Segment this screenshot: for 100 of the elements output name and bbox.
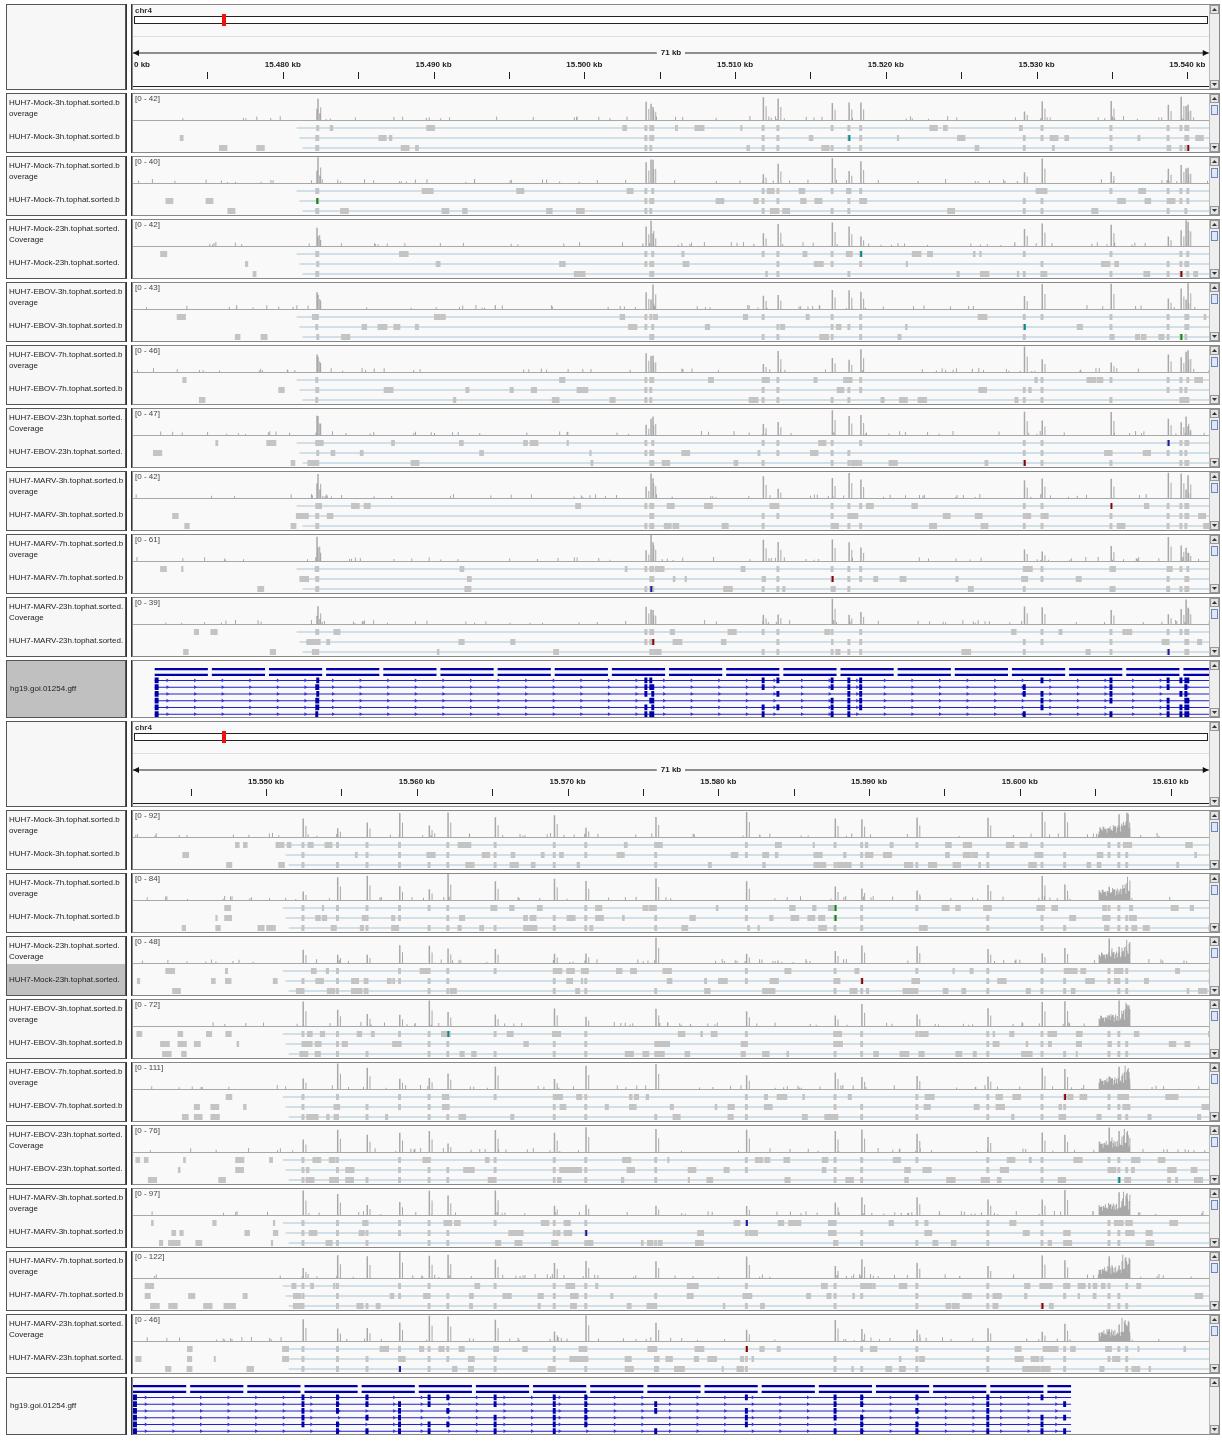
scroll-up-button[interactable] [1210,722,1219,731]
scroll-down-button[interactable] [1210,1175,1219,1184]
scroll-up-button[interactable] [1210,811,1219,820]
coverage-track-label[interactable]: HUH7-MARV-23h.tophat.sorted. Coverage [7,1315,125,1340]
up-arrow-icon [1212,601,1217,604]
coverage-track-label[interactable]: HUH7-Mock-23h.tophat.sorted. Coverage [7,937,125,962]
scroll-down-button[interactable] [1210,860,1219,869]
scroll-thumb[interactable] [1211,1326,1218,1336]
ruler-tick [961,72,963,79]
up-arrow-icon [1212,475,1217,478]
data-range-label: [0 - 61] [135,536,160,544]
scroll-down-button[interactable] [1210,584,1219,593]
scroll-up-button[interactable] [1210,346,1219,355]
coverage-track-label[interactable]: HUH7-Mock-7h.tophat.sorted.b overage [7,874,125,899]
scroll-down-button[interactable] [1210,986,1219,995]
scroll-up-button[interactable] [1210,661,1219,670]
ruler-tick-label: 15.510 kb [717,61,754,69]
scroll-up-button[interactable] [1210,1378,1219,1387]
scroll-up-button[interactable] [1210,157,1219,166]
scroll-up-button[interactable] [1210,220,1219,229]
scroll-down-button[interactable] [1210,332,1219,341]
scroll-up-button[interactable] [1210,409,1219,418]
scroll-thumb[interactable] [1211,885,1218,895]
coverage-track-label[interactable]: HUH7-MARV-7h.tophat.sorted.b overage [7,535,125,560]
up-arrow-icon [1212,160,1217,163]
coverage-track-label[interactable]: HUH7-Mock-3h.tophat.sorted.b overage [7,94,125,119]
scroll-down-button[interactable] [1210,1049,1219,1058]
coverage-track-label[interactable]: HUH7-EBOV-3h.tophat.sorted.b overage [7,1000,125,1025]
scroll-thumb[interactable] [1211,105,1218,115]
scroll-down-button[interactable] [1210,269,1219,278]
scroll-down-button[interactable] [1210,708,1219,717]
coverage-track-label[interactable]: HUH7-Mock-7h.tophat.sorted.b overage [7,157,125,182]
coverage-track-label[interactable]: HUH7-EBOV-3h.tophat.sorted.b overage [7,283,125,308]
scroll-down-button[interactable] [1210,395,1219,404]
ruler-tick [1036,72,1038,79]
scroll-up-button[interactable] [1210,5,1219,14]
coverage-track-label[interactable]: HUH7-EBOV-7h.tophat.sorted.b overage [7,1063,125,1088]
chromosome-name: chr4 [135,724,152,732]
scroll-down-button[interactable] [1210,1238,1219,1247]
scroll-down-button[interactable] [1210,1364,1219,1373]
scroll-thumb[interactable] [1211,948,1218,958]
scroll-down-button[interactable] [1210,521,1219,530]
scroll-thumb[interactable] [1211,1011,1218,1021]
up-arrow-icon [1212,1381,1217,1384]
scroll-down-button[interactable] [1210,206,1219,215]
scroll-thumb[interactable] [1211,609,1218,619]
scroll-thumb[interactable] [1211,1074,1218,1084]
scroll-down-button[interactable] [1210,1301,1219,1310]
scroll-thumb[interactable] [1211,357,1218,367]
scroll-down-button[interactable] [1210,1112,1219,1121]
scroll-thumb[interactable] [1211,822,1218,832]
scroll-down-button[interactable] [1210,80,1219,89]
scroll-up-button[interactable] [1210,937,1219,946]
scroll-thumb[interactable] [1211,546,1218,556]
data-range-label: [0 - 111] [135,1064,164,1072]
scroll-up-button[interactable] [1210,1189,1219,1198]
coverage-track-label[interactable]: HUH7-Mock-3h.tophat.sorted.b overage [7,811,125,836]
scroll-down-button[interactable] [1210,797,1219,806]
scroll-up-button[interactable] [1210,598,1219,607]
annotation-track-label[interactable]: hg19.goi.01254.gff [6,660,126,718]
scroll-thumb[interactable] [1211,420,1218,430]
scroll-thumb[interactable] [1211,1200,1218,1210]
scroll-thumb[interactable] [1211,1263,1218,1273]
data-range-label: [0 - 76] [135,1127,160,1135]
scroll-down-button[interactable] [1210,923,1219,932]
scroll-up-button[interactable] [1210,472,1219,481]
scroll-thumb[interactable] [1211,483,1218,493]
annotation-track-label[interactable]: hg19.goi.01254.gff [6,1377,126,1435]
scroll-up-button[interactable] [1210,1315,1219,1324]
coverage-track-label[interactable]: HUH7-EBOV-23h.tophat.sorted. Coverage [7,1126,125,1151]
ruler-tick-label: 15.480 kb [264,61,301,69]
scroll-down-button[interactable] [1210,647,1219,656]
ruler-tick-label: 15.590 kb [851,778,888,786]
down-arrow-icon [1212,461,1217,464]
scroll-up-button[interactable] [1210,1252,1219,1261]
scroll-up-button[interactable] [1210,1063,1219,1072]
scroll-up-button[interactable] [1210,94,1219,103]
scroll-down-button[interactable] [1210,458,1219,467]
coverage-track-label[interactable]: HUH7-MARV-3h.tophat.sorted.b overage [7,1189,125,1214]
coverage-track-label[interactable]: HUH7-EBOV-7h.tophat.sorted.b overage [7,346,125,371]
scroll-up-button[interactable] [1210,1000,1219,1009]
scroll-up-button[interactable] [1210,1126,1219,1135]
coverage-track-label[interactable]: HUH7-MARV-23h.tophat.sorted. Coverage [7,598,125,623]
scroll-down-button[interactable] [1210,143,1219,152]
scroll-thumb[interactable] [1211,231,1218,241]
scroll-up-button[interactable] [1210,874,1219,883]
scroll-thumb[interactable] [1211,1137,1218,1147]
coverage-track-label[interactable]: HUH7-MARV-3h.tophat.sorted.b overage [7,472,125,497]
data-range-label: [0 - 46] [135,1316,160,1324]
span-label: 71 kb [659,49,683,57]
scroll-down-button[interactable] [1210,1425,1219,1434]
scroll-up-button[interactable] [1210,535,1219,544]
scroll-up-button[interactable] [1210,283,1219,292]
ruler-tick [659,72,661,79]
coverage-track-label[interactable]: HUH7-EBOV-23h.tophat.sorted. Coverage [7,409,125,434]
scroll-thumb[interactable] [1211,294,1218,304]
alignment-track-label[interactable]: HUH7-Mock-23h.tophat.sorted. [7,964,125,995]
coverage-track-label[interactable]: HUH7-Mock-23h.tophat.sorted. Coverage [7,220,125,245]
scroll-thumb[interactable] [1211,168,1218,178]
coverage-track-label[interactable]: HUH7-MARV-7h.tophat.sorted.b overage [7,1252,125,1277]
